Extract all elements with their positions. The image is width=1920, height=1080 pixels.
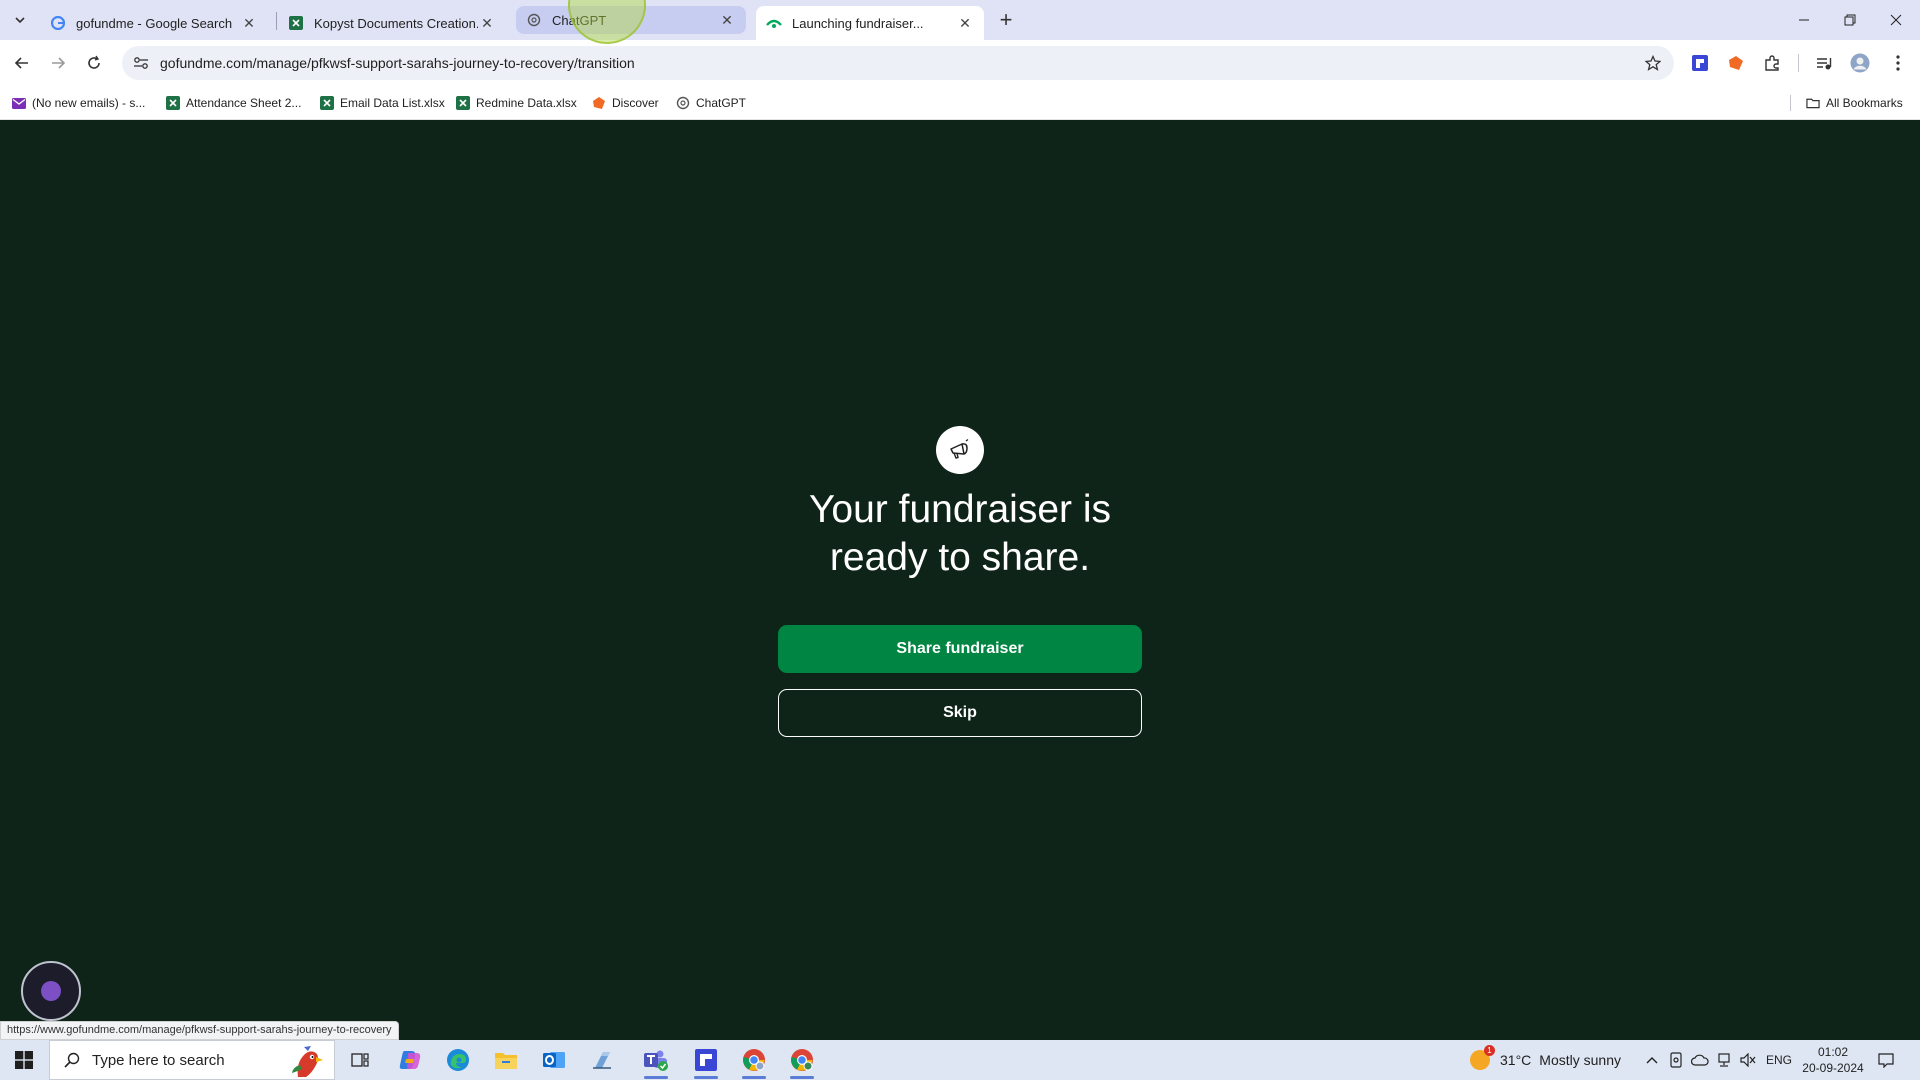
mail-icon xyxy=(12,96,26,110)
tab-kopyst-documents[interactable]: Kopyst Documents Creation.xlsx ✕ xyxy=(278,6,506,40)
volume-muted-icon[interactable] xyxy=(1738,1050,1758,1070)
bookmark-item[interactable]: ChatGPT xyxy=(676,93,746,113)
fundraiser-transition-page: Your fundraiser is ready to share. Share… xyxy=(0,120,1920,1040)
excel-icon xyxy=(288,15,304,31)
system-clock[interactable]: 01:02 20-09-2024 xyxy=(1798,1044,1868,1076)
weather-alert-badge: 1 xyxy=(1484,1045,1495,1056)
file-explorer-icon[interactable] xyxy=(486,1044,526,1076)
close-icon[interactable]: ✕ xyxy=(956,14,974,32)
minimize-icon[interactable] xyxy=(1781,0,1827,40)
bookmark-item[interactable]: Attendance Sheet 2... xyxy=(166,93,301,113)
skip-button[interactable]: Skip xyxy=(778,689,1142,737)
tab-title: Kopyst Documents Creation.xlsx xyxy=(314,15,478,31)
show-hidden-icons-chevron-icon[interactable] xyxy=(1642,1050,1662,1070)
restore-icon[interactable] xyxy=(1827,0,1873,40)
weather-temp: 31°C xyxy=(1500,1052,1532,1068)
address-bar[interactable]: gofundme.com/manage/pfkwsf-support-sarah… xyxy=(122,46,1674,80)
task-view-icon[interactable] xyxy=(340,1044,380,1076)
headline-line-1: Your fundraiser is xyxy=(808,488,1112,531)
extension-orange-icon[interactable] xyxy=(1724,51,1748,75)
close-icon[interactable]: ✕ xyxy=(718,11,736,29)
bookmark-item[interactable]: (No new emails) - s... xyxy=(12,93,145,113)
input-language[interactable]: ENG xyxy=(1766,1040,1792,1080)
site-info-icon[interactable] xyxy=(128,50,154,76)
share-fundraiser-button[interactable]: Share fundraiser xyxy=(778,625,1142,673)
url-text[interactable]: gofundme.com/manage/pfkwsf-support-sarah… xyxy=(160,55,1638,71)
bookmark-item[interactable]: Redmine Data.xlsx xyxy=(456,93,577,113)
gofundme-icon xyxy=(766,15,782,31)
media-controls-icon[interactable] xyxy=(1812,51,1836,75)
bookmark-star-icon[interactable] xyxy=(1638,48,1668,78)
new-tab-plus-icon[interactable]: + xyxy=(994,7,1018,32)
folder-icon xyxy=(1806,96,1820,110)
chrome-profile-1-icon[interactable] xyxy=(734,1044,774,1079)
close-icon[interactable]: ✕ xyxy=(240,14,258,32)
weather-widget[interactable]: 1 31°C Mostly sunny xyxy=(1470,1040,1621,1080)
weather-description: Mostly sunny xyxy=(1539,1052,1621,1068)
tab-title: gofundme - Google Search xyxy=(76,15,233,31)
all-bookmarks-button[interactable]: All Bookmarks xyxy=(1806,93,1903,113)
copilot-icon[interactable] xyxy=(390,1044,430,1076)
tab-title: Launching fundraiser... xyxy=(792,15,924,31)
discover-icon xyxy=(592,96,606,110)
notification-center-icon[interactable] xyxy=(1876,1050,1896,1070)
tab-google-search[interactable]: gofundme - Google Search ✕ xyxy=(40,6,268,40)
outlook-icon[interactable] xyxy=(534,1044,574,1076)
profile-avatar-icon[interactable] xyxy=(1848,51,1872,75)
notepad-app-icon[interactable] xyxy=(582,1044,622,1076)
google-icon xyxy=(50,15,66,31)
headline-line-2: ready to share. xyxy=(829,536,1091,579)
assistant-orb-icon[interactable] xyxy=(21,961,81,1021)
windows-taskbar: Type here to search 1 31°C Mostly sunny … xyxy=(0,1040,1920,1080)
excel-icon xyxy=(320,96,334,110)
forward-arrow-icon[interactable] xyxy=(44,49,72,77)
kopyst-taskbar-icon[interactable] xyxy=(686,1044,726,1079)
page-headline: Your fundraiser is ready to share. xyxy=(660,486,1260,582)
megaphone-icon xyxy=(936,426,984,474)
edge-browser-icon[interactable] xyxy=(438,1044,478,1076)
close-icon[interactable]: ✕ xyxy=(478,14,496,32)
search-highlight-parrot-icon xyxy=(292,1046,323,1077)
chatgpt-icon xyxy=(526,12,542,28)
browser-toolbar: gofundme.com/manage/pfkwsf-support-sarah… xyxy=(0,40,1920,86)
tab-launching-fundraiser[interactable]: Launching fundraiser... ✕ xyxy=(756,6,984,40)
excel-icon xyxy=(456,96,470,110)
extension-kopyst-icon[interactable] xyxy=(1688,51,1712,75)
teams-icon[interactable] xyxy=(636,1044,676,1079)
clock-date: 20-09-2024 xyxy=(1802,1061,1864,1075)
search-icon xyxy=(62,1050,82,1070)
onedrive-cloud-icon[interactable] xyxy=(1690,1050,1710,1070)
bookmark-item[interactable]: Discover xyxy=(592,93,659,113)
search-placeholder: Type here to search xyxy=(92,1051,225,1069)
chatgpt-icon xyxy=(676,96,690,110)
taskbar-search-box[interactable]: Type here to search xyxy=(49,1040,335,1080)
toolbar-separator xyxy=(1798,54,1799,72)
kebab-menu-icon[interactable] xyxy=(1886,51,1910,75)
bookmarks-separator xyxy=(1790,95,1791,111)
meet-now-camera-icon[interactable] xyxy=(1666,1050,1686,1070)
status-bar-url: https://www.gofundme.com/manage/pfkwsf-s… xyxy=(0,1021,399,1040)
tab-title: ChatGPT xyxy=(552,12,607,28)
clock-time: 01:02 xyxy=(1817,1045,1849,1059)
back-arrow-icon[interactable] xyxy=(8,49,36,77)
tab-strip: gofundme - Google Search ✕ Kopyst Docume… xyxy=(0,0,1920,40)
bookmark-item[interactable]: Email Data List.xlsx xyxy=(320,93,445,113)
network-icon[interactable] xyxy=(1714,1050,1734,1070)
excel-icon xyxy=(166,96,180,110)
window-close-icon[interactable] xyxy=(1873,0,1919,40)
tab-chatgpt[interactable]: ChatGPT ✕ xyxy=(516,6,746,34)
bookmarks-bar: (No new emails) - s... Attendance Sheet … xyxy=(0,86,1920,120)
extensions-puzzle-icon[interactable] xyxy=(1760,51,1784,75)
tab-search-chevron-icon[interactable] xyxy=(8,8,32,32)
tab-separator xyxy=(276,12,277,30)
chrome-profile-2-icon[interactable] xyxy=(782,1044,822,1079)
reload-icon[interactable] xyxy=(80,49,108,77)
assistant-orb-core xyxy=(41,981,61,1001)
windows-start-icon[interactable] xyxy=(0,1040,48,1080)
sun-icon: 1 xyxy=(1470,1045,1495,1070)
